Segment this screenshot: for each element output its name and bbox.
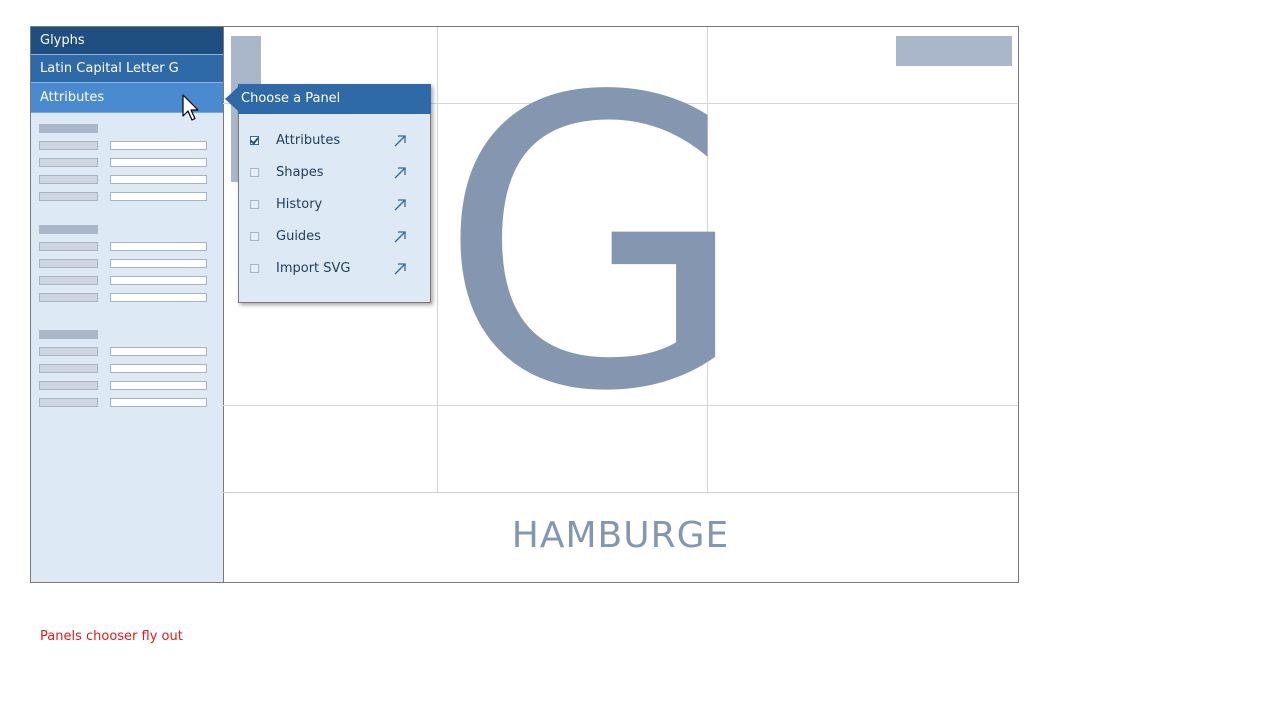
panel-chooser-title: Choose a Panel	[238, 84, 431, 114]
nav-current-glyph-label: Latin Capital Letter G	[40, 61, 179, 76]
checkbox[interactable]	[250, 232, 259, 241]
attribute-group-heading	[39, 124, 98, 133]
attribute-field[interactable]	[110, 364, 207, 373]
attribute-field[interactable]	[110, 141, 207, 150]
panel-option-label: Import SVG	[276, 261, 351, 276]
canvas-divider	[223, 492, 1018, 493]
attribute-field[interactable]	[110, 158, 207, 167]
popout-arrow-icon[interactable]	[393, 166, 407, 180]
panel-option-label: Shapes	[276, 165, 324, 180]
glyph-preview: G	[438, 14, 748, 479]
attribute-field[interactable]	[110, 242, 207, 251]
popout-arrow-icon[interactable]	[393, 198, 407, 212]
panel-option-history[interactable]: History	[239, 194, 429, 218]
panel-option-label: History	[276, 197, 323, 212]
nav-attributes-label: Attributes	[40, 90, 105, 105]
attribute-field[interactable]	[110, 398, 207, 407]
wireframe-annotation: Panels chooser fly out	[40, 629, 183, 644]
checkbox[interactable]	[250, 168, 259, 177]
attribute-label	[39, 242, 98, 251]
panel-chooser-flyout: Choose a Panel Attributes Shapes History…	[225, 84, 431, 303]
panel-option-label: Attributes	[276, 133, 341, 148]
attribute-label	[39, 364, 98, 373]
attribute-field[interactable]	[110, 347, 207, 356]
panel-option-guides[interactable]: Guides	[239, 226, 429, 250]
attribute-label	[39, 192, 98, 201]
placeholder-toolbar	[896, 36, 1012, 66]
attribute-label	[39, 158, 98, 167]
panel-option-import-svg[interactable]: Import SVG	[239, 258, 429, 282]
attribute-label	[39, 175, 98, 184]
attribute-label	[39, 381, 98, 390]
attribute-label	[39, 141, 98, 150]
popout-arrow-icon[interactable]	[393, 134, 407, 148]
popout-arrow-icon[interactable]	[393, 230, 407, 244]
mouse-pointer-icon	[182, 94, 199, 121]
panel-option-shapes[interactable]: Shapes	[239, 162, 429, 186]
checkbox-checked[interactable]	[250, 136, 259, 145]
checkbox[interactable]	[250, 264, 259, 273]
attribute-field[interactable]	[110, 293, 207, 302]
attribute-group-heading	[39, 225, 98, 234]
nav-current-glyph[interactable]: Latin Capital Letter G	[31, 55, 223, 83]
attribute-label	[39, 398, 98, 407]
nav-glyphs[interactable]: Glyphs	[31, 27, 223, 55]
attribute-field[interactable]	[110, 259, 207, 268]
attribute-field[interactable]	[110, 381, 207, 390]
attribute-field[interactable]	[110, 192, 207, 201]
nav-glyphs-label: Glyphs	[40, 33, 85, 48]
attribute-label	[39, 293, 98, 302]
attribute-label	[39, 276, 98, 285]
attribute-field[interactable]	[110, 175, 207, 184]
attribute-group-heading	[39, 330, 98, 339]
sample-text-preview: HAMBURGE	[511, 515, 730, 556]
attribute-label	[39, 347, 98, 356]
checkbox[interactable]	[250, 200, 259, 209]
attribute-label	[39, 259, 98, 268]
flyout-pointer	[225, 87, 238, 111]
popout-arrow-icon[interactable]	[393, 262, 407, 276]
glyph-editor-window: Glyphs Latin Capital Letter G Attributes	[30, 26, 1019, 583]
panel-option-label: Guides	[276, 229, 321, 244]
panel-option-attributes[interactable]: Attributes	[239, 130, 429, 154]
attribute-field[interactable]	[110, 276, 207, 285]
